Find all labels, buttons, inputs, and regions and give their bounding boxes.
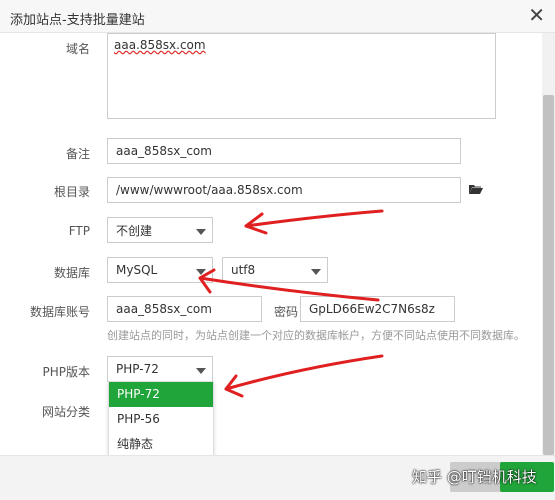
arrow-ftp	[244, 209, 384, 228]
annotation-arrows	[198, 209, 384, 398]
arrow-database	[198, 276, 380, 302]
arrow-php	[224, 354, 384, 391]
